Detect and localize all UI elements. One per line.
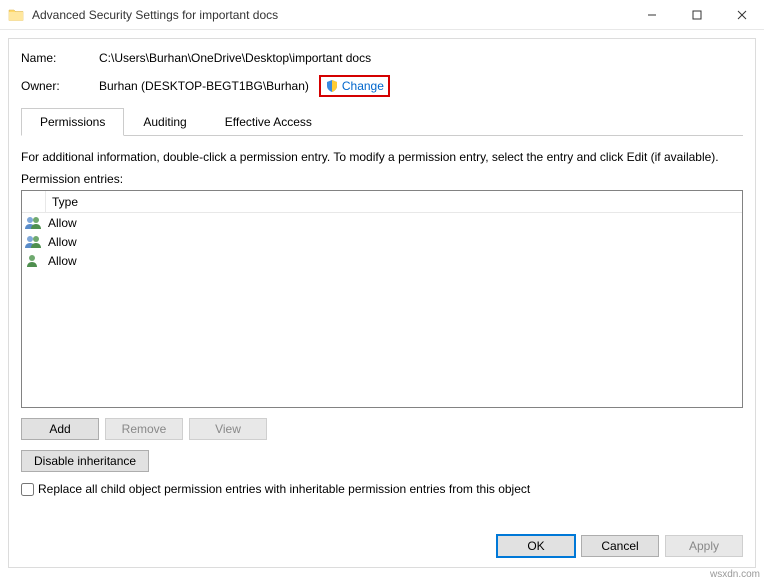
owner-label: Owner: [21,79,99,93]
col-type-header[interactable]: Type [46,195,106,209]
window-controls [629,0,764,29]
owner-value: Burhan (DESKTOP-BEGT1BG\Burhan) [99,79,309,93]
content-panel: Name: C:\Users\Burhan\OneDrive\Desktop\i… [8,38,756,568]
name-row: Name: C:\Users\Burhan\OneDrive\Desktop\i… [21,51,743,65]
close-button[interactable] [719,0,764,29]
permission-entry-row[interactable]: Allow [22,213,742,232]
minimize-button[interactable] [629,0,674,29]
permission-entries-list[interactable]: Type Allow Allow Allow [21,190,743,408]
cancel-button[interactable]: Cancel [581,535,659,557]
disable-inheritance-row: Disable inheritance [21,450,743,472]
tab-permissions[interactable]: Permissions [21,108,124,136]
replace-children-checkbox[interactable] [21,483,34,496]
users-group-icon [24,234,42,250]
col-icon-spacer [22,191,46,212]
tab-strip: Permissions Auditing Effective Access [21,107,743,136]
entries-header: Type [22,191,742,213]
dialog-footer-buttons: OK Cancel Apply [497,535,743,557]
maximize-button[interactable] [674,0,719,29]
replace-checkbox-row: Replace all child object permission entr… [21,482,743,496]
change-owner-link[interactable]: Change [342,79,384,93]
change-link-highlight: Change [319,75,390,97]
replace-children-label[interactable]: Replace all child object permission entr… [38,482,530,496]
disable-inheritance-button[interactable]: Disable inheritance [21,450,149,472]
titlebar: Advanced Security Settings for important… [0,0,764,30]
shield-icon [325,79,339,93]
permission-entry-row[interactable]: Allow [22,251,742,270]
add-button[interactable]: Add [21,418,99,440]
window-title: Advanced Security Settings for important… [32,8,278,22]
permission-entry-row[interactable]: Allow [22,232,742,251]
folder-icon [8,7,24,23]
owner-row: Owner: Burhan (DESKTOP-BEGT1BG\Burhan) C… [21,75,743,97]
entry-type-value: Allow [48,235,77,249]
apply-button[interactable]: Apply [665,535,743,557]
name-value: C:\Users\Burhan\OneDrive\Desktop\importa… [99,51,371,65]
ok-button[interactable]: OK [497,535,575,557]
remove-button[interactable]: Remove [105,418,183,440]
user-icon [24,253,42,269]
entry-type-value: Allow [48,254,77,268]
view-button[interactable]: View [189,418,267,440]
entry-action-buttons: Add Remove View [21,418,743,440]
name-label: Name: [21,51,99,65]
watermark: wsxdn.com [710,569,760,580]
entries-label: Permission entries: [21,172,743,186]
tab-effective-access[interactable]: Effective Access [206,108,331,136]
users-group-icon [24,215,42,231]
tab-auditing[interactable]: Auditing [124,108,205,136]
entry-type-value: Allow [48,216,77,230]
info-text: For additional information, double-click… [21,150,743,164]
